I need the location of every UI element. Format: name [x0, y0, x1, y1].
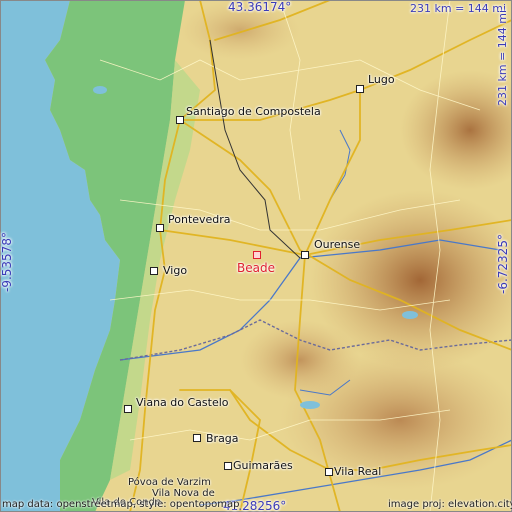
scale-horizontal: 231 km = 144 mi — [410, 2, 507, 15]
city-marker-pontevedra — [156, 224, 164, 232]
city-marker-vilareal — [325, 468, 333, 476]
city-marker-braga — [193, 434, 201, 442]
city-label-braga[interactable]: Braga — [206, 433, 239, 444]
city-label-viana[interactable]: Viana do Castelo — [136, 397, 229, 408]
scale-vertical: 231 km = 144 mi — [496, 9, 509, 106]
city-label-vigo[interactable]: Vigo — [163, 265, 187, 276]
city-label-ourense[interactable]: Ourense — [314, 239, 360, 250]
city-label-lugo[interactable]: Lugo — [368, 74, 395, 85]
city-label-guimaraes[interactable]: Guimarães — [233, 460, 293, 471]
city-marker-guimaraes — [224, 462, 232, 470]
city-label-santiago[interactable]: Santiago de Compostela — [186, 106, 321, 117]
coord-west: -9.53578° — [0, 232, 14, 292]
coord-east: -6.72325° — [496, 234, 510, 294]
city-label-povoa[interactable]: Póvoa de Varzim — [128, 478, 211, 488]
coord-north: 43.36174° — [228, 0, 292, 14]
city-label-vilareal[interactable]: Vila Real — [334, 466, 381, 477]
city-label-beade[interactable]: Beade — [237, 262, 275, 274]
attribution-right: image proj: elevation.city — [388, 499, 512, 510]
map-canvas[interactable]: Lugo Santiago de Compostela Pontevedra O… — [0, 0, 512, 512]
city-marker-vigo — [150, 267, 158, 275]
city-marker-santiago — [176, 116, 184, 124]
city-marker-beade — [253, 251, 261, 259]
city-marker-lugo — [356, 85, 364, 93]
attribution-left: map data: openstreetmap, style: opentopo… — [2, 499, 240, 510]
city-label-pontevedra[interactable]: Pontevedra — [168, 214, 231, 225]
city-label-vilanova[interactable]: Vila Nova de — [152, 489, 215, 499]
city-marker-ourense — [301, 251, 309, 259]
city-marker-viana — [124, 405, 132, 413]
